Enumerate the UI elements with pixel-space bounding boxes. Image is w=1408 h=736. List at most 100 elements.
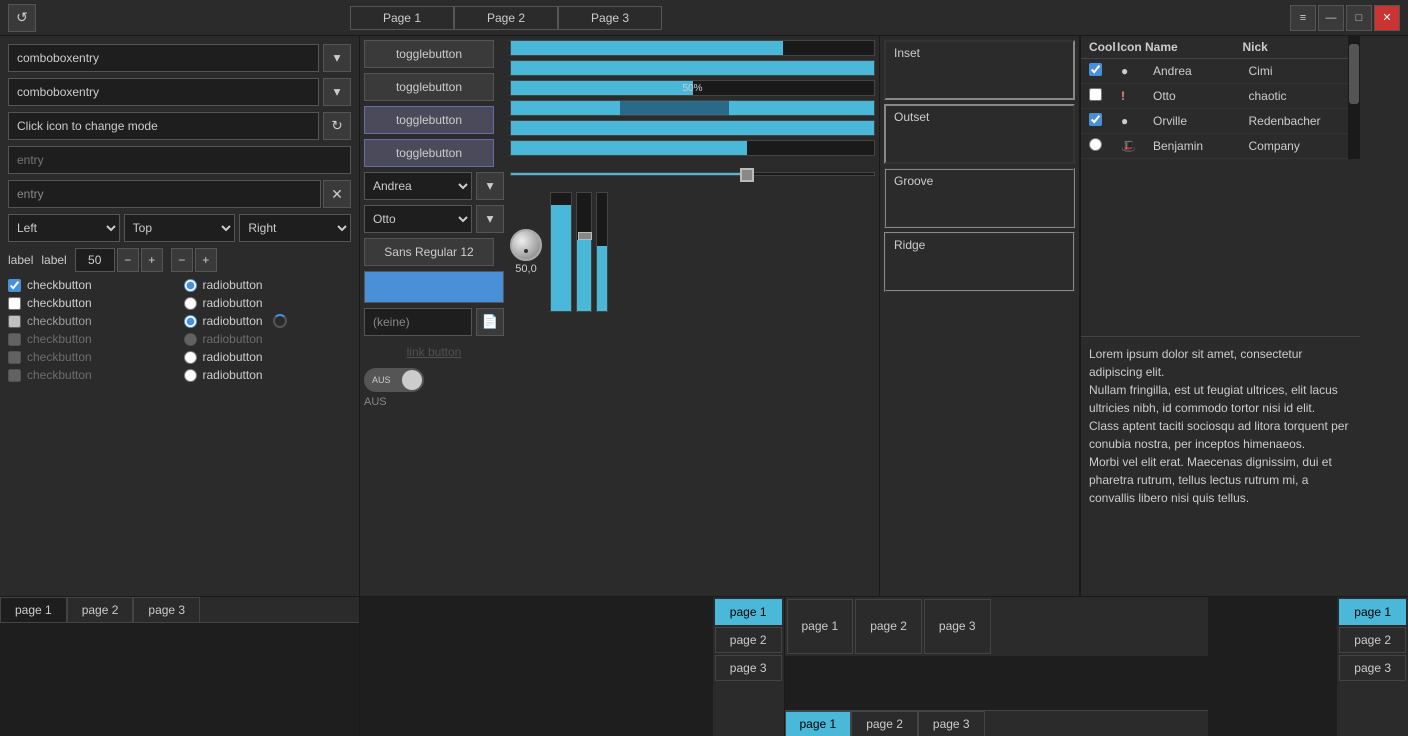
row3-cool-check[interactable]: [1089, 113, 1102, 126]
table-scrollbar[interactable]: [1348, 36, 1360, 159]
window-controls: ≡ — □ ✕: [1290, 5, 1400, 31]
toggle-btn-1[interactable]: togglebutton: [364, 40, 494, 68]
btm-bottom-tab-page3[interactable]: page 3: [924, 599, 991, 654]
window-close-button[interactable]: ✕: [1374, 5, 1400, 31]
row2-cool: [1089, 88, 1117, 104]
keine-file-btn[interactable]: 📄: [476, 308, 504, 336]
radio-label-2: radiobutton: [203, 296, 263, 310]
knob-area: 50,0: [510, 229, 542, 275]
entry-clear-input[interactable]: [8, 180, 321, 208]
keine-entry[interactable]: [364, 308, 472, 336]
window-maximize-button[interactable]: □: [1346, 5, 1372, 31]
lorem-text: Lorem ipsum dolor sit amet, consectetur …: [1089, 345, 1352, 507]
vert-slider: [576, 192, 592, 312]
check-column: checkbutton checkbutton checkbutton: [8, 278, 176, 382]
h-slider-track: [510, 172, 875, 176]
top-bar: ↺ Page 1 Page 2 Page 3 ≡ — □ ✕: [0, 0, 1408, 36]
combo-row-2: ▾: [8, 78, 351, 106]
btm4-side-tab-page1[interactable]: page 1: [1339, 599, 1406, 625]
combo-dropdown-btn-2[interactable]: ▾: [323, 78, 351, 106]
progress-bar-6: [510, 140, 875, 156]
entry-clear-btn[interactable]: ✕: [323, 180, 351, 208]
check-item-4: checkbutton: [8, 332, 176, 346]
frames-panel: Inset Outset Groove Ridge: [880, 36, 1080, 596]
h-slider-thumb[interactable]: [740, 168, 754, 182]
icon-mode-reload-btn[interactable]: ↻: [323, 112, 351, 140]
btm3-tab-page3[interactable]: page 3: [918, 711, 985, 736]
spin-value-1[interactable]: [75, 248, 115, 272]
tab-page1[interactable]: Page 1: [350, 6, 454, 30]
row2-cool-check[interactable]: [1089, 88, 1102, 101]
radio-5[interactable]: [184, 351, 197, 364]
align-left-select[interactable]: LeftCenterRight: [8, 214, 120, 242]
spin-plus-1[interactable]: +: [141, 248, 163, 272]
row1-cool-check[interactable]: [1089, 63, 1102, 76]
spin-plus-2[interactable]: +: [195, 248, 217, 272]
spin-minus-2[interactable]: −: [171, 248, 193, 272]
color-button[interactable]: [364, 271, 504, 303]
btm-side-tab-page2[interactable]: page 2: [715, 627, 782, 653]
radio-6[interactable]: [184, 369, 197, 382]
col-nick: Nick: [1243, 40, 1341, 54]
btm-tab1-page2[interactable]: page 2: [67, 597, 134, 622]
checkbox-4[interactable]: [8, 333, 21, 346]
toggle-btn-2[interactable]: togglebutton: [364, 73, 494, 101]
dropdown-andrea[interactable]: AndreaOtto: [364, 172, 472, 200]
link-button[interactable]: link button: [364, 341, 504, 363]
checkbox-3[interactable]: [8, 315, 21, 328]
dropdown-otto-btn[interactable]: ▾: [476, 205, 504, 233]
dropdown-andrea-btn[interactable]: ▾: [476, 172, 504, 200]
radio-item-2: radiobutton: [184, 296, 352, 310]
icon-mode-entry[interactable]: [8, 112, 319, 140]
btm-tab1-page3[interactable]: page 3: [133, 597, 200, 622]
progress-pct-label: 50%: [511, 81, 874, 97]
align-right-select[interactable]: LeftMiddleRight: [239, 214, 351, 242]
outset-label: Outset: [894, 110, 929, 124]
row4-cool-radio[interactable]: [1089, 138, 1102, 151]
vert-slider-thumb[interactable]: [578, 232, 592, 240]
checkbox-1[interactable]: [8, 279, 21, 292]
toggle-switch[interactable]: AUS: [364, 368, 424, 392]
switch-on-label: AUS: [368, 375, 395, 385]
btm3-tab-page2[interactable]: page 2: [851, 711, 918, 736]
checkbox-5[interactable]: [8, 351, 21, 364]
toggle-btn-4[interactable]: togglebutton: [364, 139, 494, 167]
btm-side-tab-page3[interactable]: page 3: [715, 655, 782, 681]
checkbox-label-6: checkbutton: [27, 368, 92, 382]
window-menu-button[interactable]: ≡: [1290, 5, 1316, 31]
radio-2[interactable]: [184, 297, 197, 310]
plain-entry[interactable]: [8, 146, 351, 174]
btm4-side-tab-page3[interactable]: page 3: [1339, 655, 1406, 681]
btm3-tab-page1[interactable]: page 1: [785, 711, 852, 736]
btm4-side-tab-page2[interactable]: page 2: [1339, 627, 1406, 653]
tab-page2[interactable]: Page 2: [454, 6, 558, 30]
align-middle-select[interactable]: TopMiddleBottom: [124, 214, 236, 242]
refresh-button[interactable]: ↺: [8, 4, 36, 32]
tab-page3[interactable]: Page 3: [558, 6, 662, 30]
knob-control[interactable]: [510, 229, 542, 261]
radio-1[interactable]: [184, 279, 197, 292]
combobox-entry-2[interactable]: [8, 78, 319, 106]
toggle-btn-3[interactable]: togglebutton: [364, 106, 494, 134]
font-button[interactable]: Sans Regular 12: [364, 238, 494, 266]
top-bar-left: ↺: [8, 4, 36, 32]
btm-bottom-tab-page2[interactable]: page 2: [855, 599, 922, 654]
dropdown-otto[interactable]: AndreaOtto: [364, 205, 472, 233]
spin-minus-1[interactable]: −: [117, 248, 139, 272]
checkbox-label-5: checkbutton: [27, 350, 92, 364]
btm-side-tab-page1[interactable]: page 1: [715, 599, 782, 625]
check-item-2: checkbutton: [8, 296, 176, 310]
progress-indeterminate-fill: [511, 101, 874, 115]
checkbox-2[interactable]: [8, 297, 21, 310]
row2-icon: !: [1121, 89, 1149, 103]
window-minimize-button[interactable]: —: [1318, 5, 1344, 31]
btm-panel3-tab-bar: page 1 page 2 page 3: [785, 710, 1209, 736]
btm-tab1-page1[interactable]: page 1: [0, 597, 67, 622]
combo-dropdown-btn-1[interactable]: ▾: [323, 44, 351, 72]
radio-4[interactable]: [184, 333, 197, 346]
btm-bottom-tab-page1[interactable]: page 1: [787, 599, 854, 654]
checkbox-6[interactable]: [8, 369, 21, 382]
bottom-panel-3: page 1 page 2 page 3 page 1 page 2 page …: [785, 597, 1209, 736]
radio-3[interactable]: [184, 315, 197, 328]
combobox-entry-1[interactable]: [8, 44, 319, 72]
